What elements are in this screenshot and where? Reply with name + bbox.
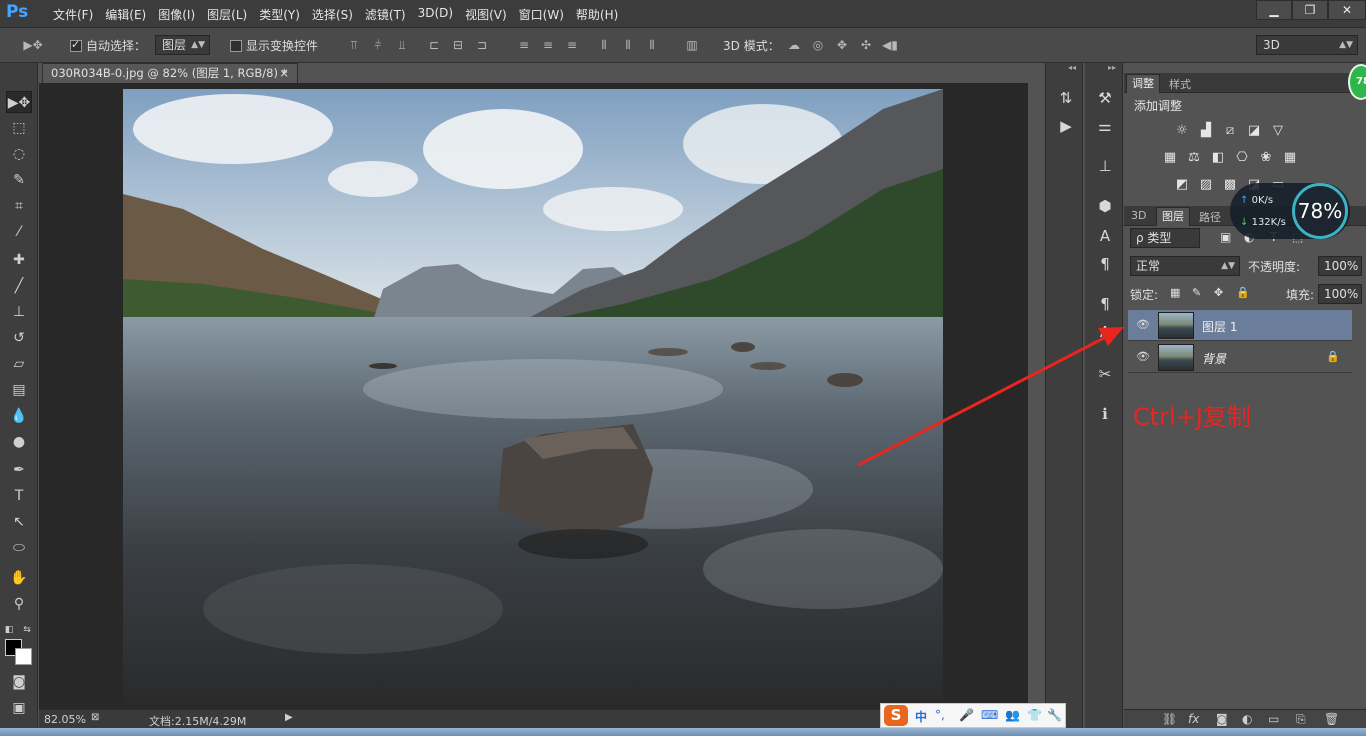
ime-toolbar: S 中 °, 🎤 ⌨ 👥 👕 🔧 bbox=[880, 703, 1066, 728]
settings-wrench-icon[interactable]: 🔧 bbox=[1047, 708, 1062, 722]
network-monitor-widget[interactable]: ↑ 0K/s ↓ 132K/s 78% bbox=[1230, 183, 1350, 239]
upload-speed-value: 0K/s bbox=[1251, 195, 1274, 206]
usage-gauge: 78% bbox=[1292, 183, 1348, 239]
windows-taskbar bbox=[0, 728, 1366, 736]
user-icon[interactable]: 👥 bbox=[1005, 708, 1020, 722]
upload-arrow-icon: ↑ bbox=[1240, 195, 1249, 206]
download-speed-value: 132K/s bbox=[1251, 217, 1286, 228]
ime-punctuation-toggle[interactable]: °, bbox=[935, 708, 945, 722]
sogou-logo[interactable]: S bbox=[884, 705, 908, 726]
download-speed: ↓ 132K/s bbox=[1240, 217, 1286, 228]
microphone-icon[interactable]: 🎤 bbox=[959, 708, 974, 722]
ime-mode-toggle[interactable]: 中 bbox=[915, 708, 927, 725]
download-arrow-icon: ↓ bbox=[1240, 217, 1249, 228]
annotation-text: Ctrl+J复制 bbox=[1133, 403, 1251, 431]
annotation-arrow bbox=[857, 327, 1124, 467]
keyboard-icon[interactable]: ⌨ bbox=[981, 708, 998, 722]
skin-icon[interactable]: 👕 bbox=[1027, 708, 1042, 722]
upload-speed: ↑ 0K/s bbox=[1240, 195, 1273, 206]
